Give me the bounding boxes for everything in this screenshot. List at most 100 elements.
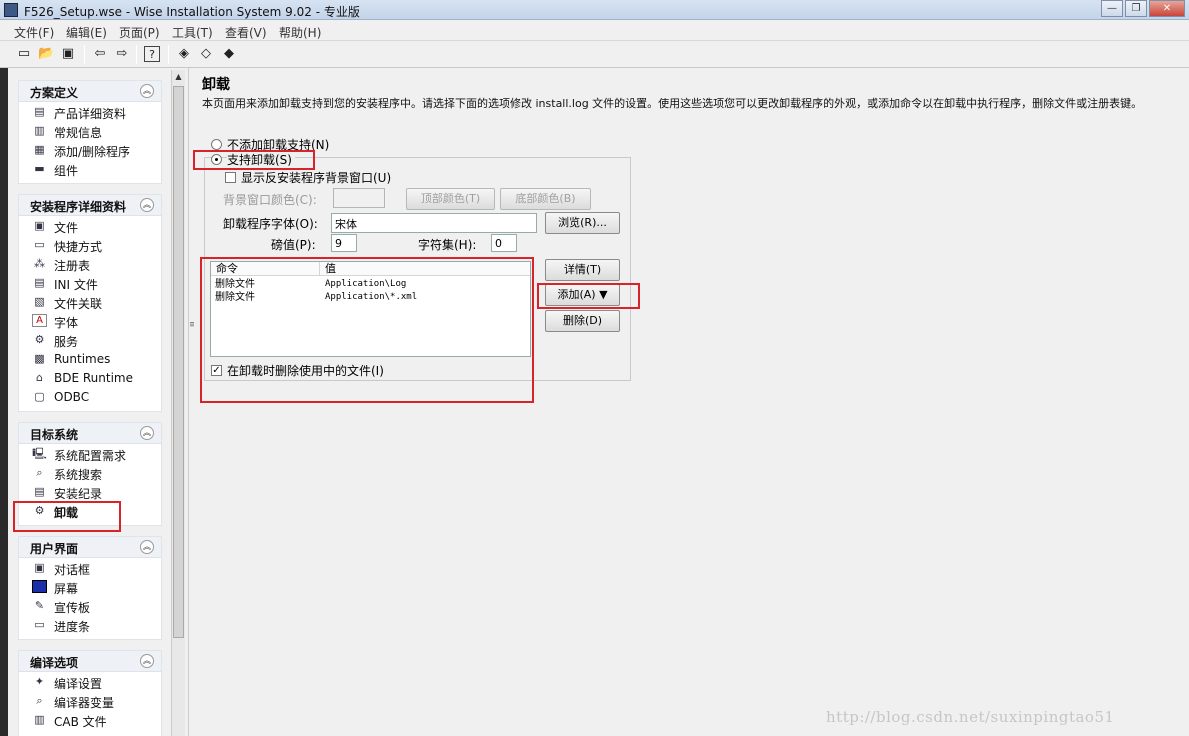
minimize-button[interactable]: — (1101, 0, 1123, 17)
nav-services[interactable]: ⚙ 服务 (19, 330, 161, 349)
new-file-icon[interactable]: ▭ (16, 46, 32, 62)
service-icon: ⚙ (34, 333, 45, 346)
app-icon (4, 3, 18, 17)
font-icon: A (32, 314, 47, 327)
nav-compiler-variables[interactable]: ⌕ 编译器变量 (19, 691, 161, 710)
nav-ini-files[interactable]: ▤ INI 文件 (19, 273, 161, 292)
show-background-checkbox[interactable] (225, 172, 236, 183)
charset-input[interactable]: 0 (491, 234, 517, 252)
odbc-icon: ▢ (34, 390, 45, 403)
group-project-definition: 方案定义 ︽ ▤ 产品详细资料 ▥ 常规信息 ▦ 添加/删除程序 ▬ 组件 (18, 80, 162, 184)
scroll-up-icon[interactable]: ▲ (172, 70, 185, 84)
nav-billboards[interactable]: ✎ 宣传板 (19, 596, 161, 615)
test-icon[interactable]: ◇ (198, 46, 214, 62)
collapse-chevron-icon[interactable]: ︽ (140, 198, 154, 212)
group-user-interface: 用户界面 ︽ ▣ 对话框 屏幕 ✎ 宣传板 ▭ 进度条 (18, 536, 162, 640)
left-edge (0, 68, 8, 736)
delete-button[interactable]: 删除(D) (545, 310, 620, 332)
top-color-button[interactable]: 顶部颜色(T) (406, 188, 495, 210)
show-background-label: 显示反安装程序背景窗口(U) (241, 171, 392, 185)
navigation-scrollbar[interactable]: ▲ (171, 70, 185, 736)
registry-icon: ⁂ (34, 257, 45, 270)
title-bar: F526_Setup.wse - Wise Installation Syste… (0, 0, 1189, 20)
toolbar: ▭ 📂 ▣ ⇦ ⇨ ? ◈ ◇ ◆ (0, 41, 1189, 68)
billboard-icon: ✎ (34, 599, 45, 612)
product-icon: ▤ (34, 105, 45, 118)
menu-edit[interactable]: 编辑(E) (66, 24, 107, 41)
nav-registry[interactable]: ⁂ 注册表 (19, 254, 161, 273)
runtime-icon: ▩ (34, 352, 45, 365)
close-button[interactable]: ✕ (1149, 0, 1185, 17)
nav-components[interactable]: ▬ 组件 (19, 159, 161, 178)
nav-file-associations[interactable]: ▧ 文件关联 (19, 292, 161, 311)
ini-file-icon: ▤ (34, 276, 45, 289)
no-uninstall-radio[interactable] (211, 139, 222, 150)
run-icon[interactable]: ◆ (221, 46, 237, 62)
bottom-color-button[interactable]: 底部颜色(B) (500, 188, 591, 210)
shortcut-icon: ▭ (34, 238, 45, 251)
window-title: F526_Setup.wse - Wise Installation Syste… (24, 5, 360, 19)
compile-icon[interactable]: ◈ (176, 46, 192, 62)
charset-label: 字符集(H): (418, 238, 477, 252)
nav-cab-files[interactable]: ▥ CAB 文件 (19, 710, 161, 729)
group-title: 编译选项 (30, 656, 79, 670)
menu-file[interactable]: 文件(F) (14, 24, 54, 41)
nav-screen[interactable]: 屏幕 (19, 577, 161, 596)
background-color-swatch[interactable] (333, 188, 385, 208)
background-color-label: 背景窗口颜色(C): (223, 193, 317, 207)
nav-general-info[interactable]: ▥ 常规信息 (19, 121, 161, 140)
scrollbar-thumb[interactable] (173, 86, 184, 638)
browse-button[interactable]: 浏览(R)... (545, 212, 620, 234)
save-icon[interactable]: ▣ (60, 46, 76, 62)
search-icon: ⌕ (36, 466, 43, 479)
collapse-chevron-icon[interactable]: ︽ (140, 84, 154, 98)
open-folder-icon[interactable]: 📂 (38, 46, 54, 62)
page-title: 卸载 (202, 77, 230, 93)
nav-fonts[interactable]: A 字体 (19, 311, 161, 330)
menu-page[interactable]: 页面(P) (119, 24, 160, 41)
font-label: 卸载程序字体(O): (223, 217, 318, 231)
menu-help[interactable]: 帮助(H) (279, 24, 321, 41)
nav-product-details[interactable]: ▤ 产品详细资料 (19, 102, 161, 121)
forward-arrow-icon[interactable]: ⇨ (114, 46, 130, 62)
build-settings-icon: ✦ (34, 675, 45, 688)
back-arrow-icon[interactable]: ⇦ (92, 46, 108, 62)
nav-install-log[interactable]: ▤ 安装纪录 (19, 482, 161, 501)
details-button[interactable]: 详情(T) (545, 259, 620, 281)
nav-shortcuts[interactable]: ▭ 快捷方式 (19, 235, 161, 254)
pound-label: 磅值(P): (271, 238, 316, 252)
nav-progress-bar[interactable]: ▭ 进度条 (19, 615, 161, 634)
font-input[interactable]: 宋体 (331, 213, 537, 233)
dialog-icon: ▣ (34, 561, 45, 574)
nav-system-search[interactable]: ⌕ 系统搜索 (19, 463, 161, 482)
nav-files[interactable]: ▣ 文件 (19, 216, 161, 235)
group-title: 用户界面 (30, 542, 79, 556)
screen-icon (32, 580, 47, 593)
nav-runtimes[interactable]: ▩ Runtimes (19, 349, 161, 368)
pound-input[interactable]: 9 (331, 234, 357, 252)
annotation-box-command-list (200, 257, 534, 403)
help-icon[interactable]: ? (144, 46, 160, 62)
nav-system-requirements[interactable]: 🖳 系统配置需求 (19, 444, 161, 463)
nav-dialogs[interactable]: ▣ 对话框 (19, 558, 161, 577)
nav-bde-runtime[interactable]: ⌂ BDE Runtime (19, 368, 161, 387)
maximize-button[interactable]: ❐ (1125, 0, 1147, 17)
menu-tools[interactable]: 工具(T) (172, 24, 213, 41)
menu-view[interactable]: 查看(V) (225, 24, 267, 41)
group-title: 目标系统 (30, 428, 79, 442)
nav-add-remove-programs[interactable]: ▦ 添加/删除程序 (19, 140, 161, 159)
progress-icon: ▭ (34, 618, 45, 631)
group-title: 方案定义 (30, 86, 79, 100)
nav-build-settings[interactable]: ✦ 编译设置 (19, 672, 161, 691)
annotation-box-add-button (537, 283, 640, 309)
watermark: http://blog.csdn.net/suxinpingtao51 (826, 708, 1115, 726)
nav-odbc[interactable]: ▢ ODBC (19, 387, 161, 406)
bde-icon: ⌂ (36, 371, 43, 384)
annotation-box-support-uninstall (193, 150, 315, 170)
association-icon: ▧ (34, 295, 45, 308)
collapse-chevron-icon[interactable]: ︽ (140, 654, 154, 668)
collapse-chevron-icon[interactable]: ︽ (140, 426, 154, 440)
collapse-chevron-icon[interactable]: ︽ (140, 540, 154, 554)
log-icon: ▤ (34, 485, 45, 498)
computer-icon: 🖳 (32, 447, 47, 460)
